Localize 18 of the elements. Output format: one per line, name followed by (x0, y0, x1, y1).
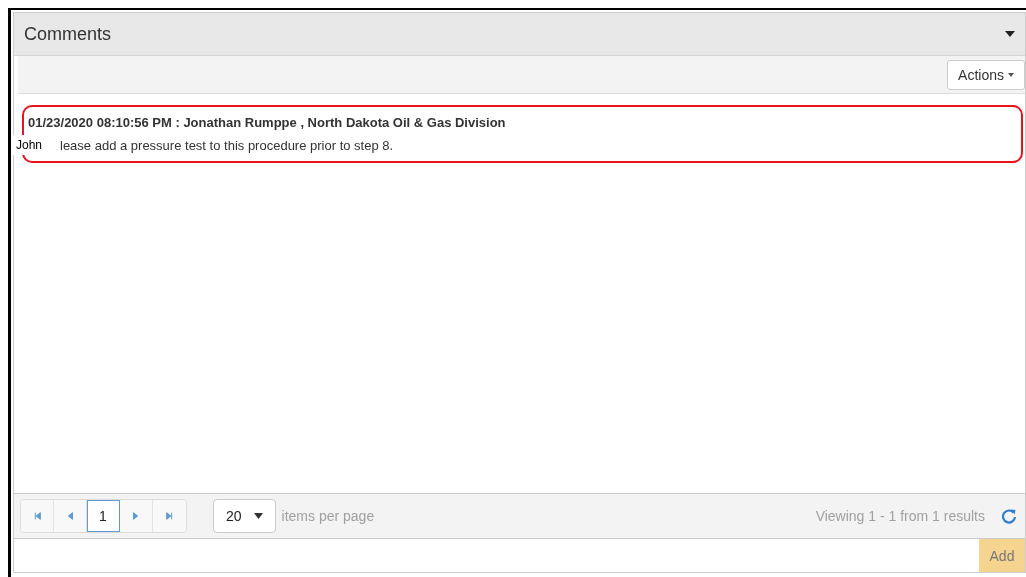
left-arrow-icon (32, 510, 42, 522)
refresh-icon[interactable] (1001, 508, 1017, 524)
page-size-label: items per page (281, 508, 375, 524)
actions-button[interactable]: Actions (947, 59, 1025, 90)
first-page-button[interactable] (21, 500, 54, 532)
left-arrow-icon (65, 510, 75, 522)
comment-header: 01/23/2020 08:10:56 PM : Jonathan Rumppe , North Dakota Oil & Gas Division (28, 115, 507, 130)
results-summary: Viewing 1 - 1 from 1 results (815, 508, 985, 524)
page-button[interactable]: 1 (87, 500, 120, 532)
page-size-dropdown[interactable]: 20 (213, 499, 276, 533)
caret-icon (253, 513, 263, 519)
right-arrow-icon (164, 510, 175, 522)
caret-icon (1008, 72, 1014, 77)
panel-title: Comments (24, 23, 112, 45)
comment-text: lease add a pressure test to this procedure prior to step 8. (60, 137, 394, 153)
panel-header[interactable]: Comments (14, 13, 1025, 56)
right-arrow-icon (131, 510, 141, 522)
caret-icon[interactable] (1005, 31, 1015, 37)
